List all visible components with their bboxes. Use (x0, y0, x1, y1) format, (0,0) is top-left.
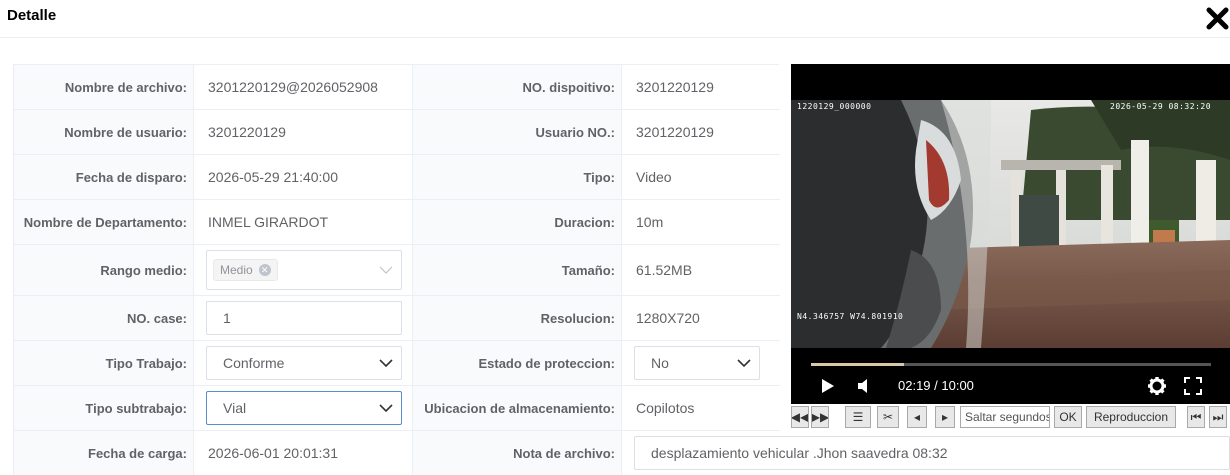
form-row-range: Rango medio: Medio ✕ Tamaño: 61.52MB (14, 245, 780, 296)
video-frame (791, 100, 1230, 348)
value-size: 61.52MB (636, 262, 693, 278)
frame-back-icon[interactable]: ◂ (907, 406, 927, 428)
form-row-file-name: Nombre de archivo: 3201220129@2026052908… (14, 65, 780, 110)
value-department: INMEL GIRARDOT (194, 200, 413, 244)
value-storage: Copilotos (636, 400, 695, 416)
form-row-trigger-date: Fecha de disparo: 2026-05-29 21:40:00 Ti… (14, 155, 780, 200)
subwork-type-select[interactable]: Vial (206, 391, 402, 425)
work-type-select[interactable]: Conforme (206, 346, 402, 380)
protection-select[interactable]: No (634, 346, 760, 380)
label-case: NO. case: (14, 296, 194, 340)
protection-cell: No (622, 341, 780, 385)
chevron-down-icon (379, 359, 393, 367)
value-resolution: 1280X720 (636, 310, 700, 326)
file-note-cell: desplazamiento vehicular .Jhon saavedra … (622, 431, 1230, 475)
label-user-no: Usuario NO.: (413, 110, 622, 154)
value-trigger-date: 2026-05-29 21:40:00 (194, 155, 413, 199)
skip-start-icon[interactable]: ⏮ (1187, 406, 1205, 428)
value-user-no: 3201220129 (636, 124, 714, 140)
label-resolution: Resolucion: (413, 296, 622, 340)
value-device-no: 3201220129 (636, 79, 714, 95)
scissors-icon[interactable]: ✂ (877, 406, 899, 428)
volume-icon[interactable] (857, 378, 871, 394)
label-file-note: Nota de archivo: (413, 431, 622, 475)
chevron-down-icon (379, 404, 393, 412)
form-row-user-name: Nombre de usuario: 3201220129 Usuario NO… (14, 110, 780, 155)
seek-seconds-input[interactable]: Saltar segundos (960, 406, 1050, 428)
osd-gps: N4.346757 W74.801910 (797, 312, 904, 321)
frame-forward-icon[interactable]: ▸ (935, 406, 955, 428)
form-row-work-type: Tipo Trabajo: Conforme Estado de protecc… (14, 341, 780, 386)
value-file-name: 3201220129@2026052908 (194, 65, 413, 109)
form-row-upload-date: Fecha de carga: 2026-06-01 20:01:31 Nota… (14, 431, 1230, 475)
form-row-department: Nombre de Departamento: INMEL GIRARDOT D… (14, 200, 780, 245)
settings-gear-icon[interactable] (1147, 376, 1167, 396)
close-icon[interactable] (1205, 4, 1230, 32)
label-duration: Duracion: (413, 200, 622, 244)
fast-forward-icon[interactable]: ▶▶ (811, 406, 829, 428)
label-work-type: Tipo Trabajo: (14, 341, 194, 385)
playback-toolbar: ◀◀ ▶▶ ☰ ✂ ◂ ▸ Saltar segundos OK Reprodu… (791, 404, 1230, 430)
form-row-case: NO. case: 1 Resolucion: 1280X720 (14, 296, 780, 341)
work-type-value: Conforme (223, 355, 285, 371)
osd-device-id: 1220129_000000 (797, 102, 872, 111)
dialog-header: Detalle (0, 0, 1230, 38)
video-progress-bar[interactable] (811, 363, 1211, 366)
osd-timestamp: 2026-05-29 08:32:20 (1110, 102, 1212, 111)
label-storage: Ubicacion de almacenamiento: (413, 386, 622, 430)
subwork-type-cell: Vial (194, 386, 413, 430)
file-note-input[interactable]: desplazamiento vehicular .Jhon saavedra … (634, 436, 1230, 470)
label-type: Tipo: (413, 155, 622, 199)
value-duration: 10m (636, 214, 664, 230)
protection-value: No (651, 355, 669, 371)
detail-form: Nombre de archivo: 3201220129@2026052908… (13, 64, 1230, 475)
list-icon[interactable]: ☰ (845, 406, 871, 428)
ok-button[interactable]: OK (1054, 406, 1082, 428)
value-user-name: 3201220129 (194, 110, 413, 154)
label-size: Tamaño: (413, 245, 622, 295)
play-icon[interactable] (821, 378, 835, 394)
case-input[interactable]: 1 (206, 301, 402, 335)
video-progress-fill (811, 363, 904, 366)
label-device-no: NO. dispoitivo: (413, 65, 622, 109)
label-user-name: Nombre de usuario: (14, 110, 194, 154)
reproduccion-button[interactable]: Reproduccion (1086, 406, 1176, 428)
chevron-down-icon (737, 359, 751, 367)
case-cell: 1 (194, 296, 413, 340)
skip-end-icon[interactable]: ⏭ (1209, 406, 1227, 428)
chevron-down-icon (379, 266, 393, 274)
label-department: Nombre de Departamento: (14, 200, 194, 244)
video-player[interactable]: 1220129_000000 2026-05-29 08:32:20 N4.34… (791, 64, 1230, 404)
fullscreen-icon[interactable] (1184, 377, 1202, 395)
label-protection: Estado de proteccion: (413, 341, 622, 385)
label-upload-date: Fecha de carga: (14, 431, 194, 475)
dialog-title: Detalle (7, 7, 57, 24)
tag-close-icon[interactable]: ✕ (258, 264, 271, 276)
label-file-name: Nombre de archivo: (14, 65, 194, 109)
range-tag-label: Medio (220, 263, 253, 277)
form-row-subwork-type: Tipo subtrabajo: Vial Ubicacion de almac… (14, 386, 780, 431)
range-multiselect[interactable]: Medio ✕ (206, 250, 402, 290)
range-cell: Medio ✕ (194, 245, 413, 295)
work-type-cell: Conforme (194, 341, 413, 385)
label-range: Rango medio: (14, 245, 194, 295)
label-trigger-date: Fecha de disparo: (14, 155, 194, 199)
label-subwork-type: Tipo subtrabajo: (14, 386, 194, 430)
subwork-type-value: Vial (223, 400, 247, 416)
video-time: 02:19 / 10:00 (898, 378, 974, 393)
value-type: Video (636, 169, 672, 185)
rewind-icon[interactable]: ◀◀ (791, 406, 809, 428)
range-tag: Medio ✕ (213, 259, 278, 281)
value-upload-date: 2026-06-01 20:01:31 (194, 431, 413, 475)
